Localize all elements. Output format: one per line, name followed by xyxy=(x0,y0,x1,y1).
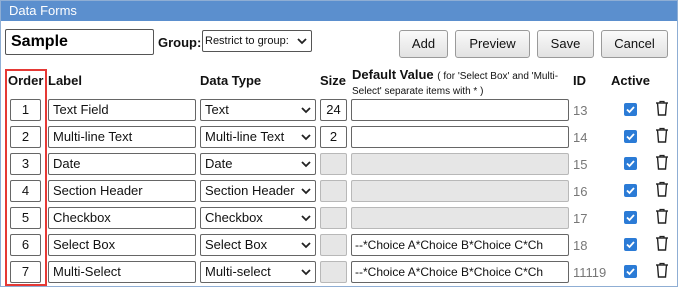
table-row: 2 Multi-line Text Multi-line Text 2 14 xyxy=(0,125,678,152)
table-row: 5 Checkbox Checkbox 17 xyxy=(0,206,678,233)
size-input xyxy=(320,261,347,283)
default-value-input[interactable] xyxy=(351,126,569,148)
label-input[interactable]: Section Header xyxy=(48,180,196,202)
active-checkbox[interactable] xyxy=(624,184,637,197)
data-type-value: Multi-line Text xyxy=(205,129,285,144)
active-checkbox[interactable] xyxy=(624,238,637,251)
column-header-default-value: Default Value ( for 'Select Box' and 'Mu… xyxy=(352,68,574,98)
field-id: 11119 xyxy=(573,265,607,280)
checkmark-icon xyxy=(626,214,635,222)
form-name-input[interactable]: Sample xyxy=(5,29,154,55)
label-input[interactable]: Select Box xyxy=(48,234,196,256)
default-value-input xyxy=(351,207,569,229)
field-id: 18 xyxy=(573,238,588,253)
preview-button[interactable]: Preview xyxy=(455,30,530,58)
trash-icon[interactable] xyxy=(655,208,669,224)
size-input xyxy=(320,234,347,256)
default-value-input xyxy=(351,153,569,175)
group-label: Group: xyxy=(158,35,202,50)
data-type-select[interactable]: Section Header xyxy=(200,180,316,202)
label-input[interactable]: Checkbox xyxy=(48,207,196,229)
field-id: 15 xyxy=(573,157,588,172)
active-checkbox[interactable] xyxy=(624,211,637,224)
data-type-select[interactable]: Date xyxy=(200,153,316,175)
checkmark-icon xyxy=(626,133,635,141)
chevron-down-icon xyxy=(301,107,311,114)
column-header-size: Size xyxy=(320,73,347,88)
data-type-select[interactable]: Multi-line Text xyxy=(200,126,316,148)
chevron-down-icon xyxy=(301,134,311,141)
data-type-value: Checkbox xyxy=(205,210,263,225)
chevron-down-icon xyxy=(301,215,311,222)
field-id: 16 xyxy=(573,184,588,199)
field-id: 14 xyxy=(573,130,588,145)
default-value-input[interactable]: --*Choice A*Choice B*Choice C*Ch xyxy=(351,234,569,256)
checkmark-icon xyxy=(626,241,635,249)
label-input[interactable]: Text Field xyxy=(48,99,196,121)
group-select[interactable]: Restrict to group: xyxy=(202,30,312,52)
table-row: 3 Date Date 15 xyxy=(0,152,678,179)
column-header-active: Active xyxy=(611,73,651,88)
data-type-value: Section Header xyxy=(205,183,295,198)
data-type-select[interactable]: Select Box xyxy=(200,234,316,256)
data-type-value: Select Box xyxy=(205,237,268,252)
column-header-data-type: Data Type xyxy=(200,73,262,88)
checkmark-icon xyxy=(626,187,635,195)
field-id: 13 xyxy=(573,103,588,118)
table-row: 1 Text Field Text 24 13 xyxy=(0,98,678,125)
size-input xyxy=(320,153,347,175)
save-button[interactable]: Save xyxy=(537,30,594,58)
data-type-value: Multi-select xyxy=(205,264,271,279)
column-header-id: ID xyxy=(573,73,586,88)
label-input[interactable]: Multi-Select xyxy=(48,261,196,283)
add-button[interactable]: Add xyxy=(399,30,448,58)
chevron-down-icon xyxy=(301,269,311,276)
table-row: 6 Select Box Select Box --*Choice A*Choice … xyxy=(0,233,678,260)
trash-icon[interactable] xyxy=(655,154,669,170)
table-row: 7 Multi-Select Multi-select --*Choice A*Cho… xyxy=(0,260,678,287)
checkmark-icon xyxy=(626,106,635,114)
size-input[interactable]: 2 xyxy=(320,126,347,148)
default-value-input xyxy=(351,180,569,202)
panel-title: Data Forms xyxy=(1,1,677,21)
group-select-value: Restrict to group: xyxy=(205,35,289,47)
data-type-select[interactable]: Checkbox xyxy=(200,207,316,229)
chevron-down-icon xyxy=(301,161,311,168)
size-input xyxy=(320,180,347,202)
chevron-down-icon xyxy=(301,188,311,195)
cancel-button[interactable]: Cancel xyxy=(601,30,668,58)
active-checkbox[interactable] xyxy=(624,130,637,143)
default-value-input[interactable]: --*Choice A*Choice B*Choice C*Ch xyxy=(351,261,569,283)
data-type-value: Text xyxy=(205,102,229,117)
trash-icon[interactable] xyxy=(655,100,669,116)
data-type-value: Date xyxy=(205,156,233,171)
trash-icon[interactable] xyxy=(655,235,669,251)
data-type-select[interactable]: Multi-select xyxy=(200,261,316,283)
size-input xyxy=(320,207,347,229)
active-checkbox[interactable] xyxy=(624,157,637,170)
trash-icon[interactable] xyxy=(655,262,669,278)
trash-icon[interactable] xyxy=(655,127,669,143)
chevron-down-icon xyxy=(301,242,311,249)
table-row: 4 Section Header Section Header 16 xyxy=(0,179,678,206)
label-input[interactable]: Multi-line Text xyxy=(48,126,196,148)
checkmark-icon xyxy=(626,268,635,276)
field-id: 17 xyxy=(573,211,588,226)
trash-icon[interactable] xyxy=(655,181,669,197)
default-value-title: Default Value xyxy=(352,67,434,82)
default-value-input[interactable] xyxy=(351,99,569,121)
active-checkbox[interactable] xyxy=(624,265,637,278)
chevron-down-icon xyxy=(297,38,307,45)
order-column-highlight xyxy=(5,69,47,286)
data-type-select[interactable]: Text xyxy=(200,99,316,121)
label-input[interactable]: Date xyxy=(48,153,196,175)
column-header-label: Label xyxy=(48,73,82,88)
active-checkbox[interactable] xyxy=(624,103,637,116)
checkmark-icon xyxy=(626,160,635,168)
size-input[interactable]: 24 xyxy=(320,99,347,121)
